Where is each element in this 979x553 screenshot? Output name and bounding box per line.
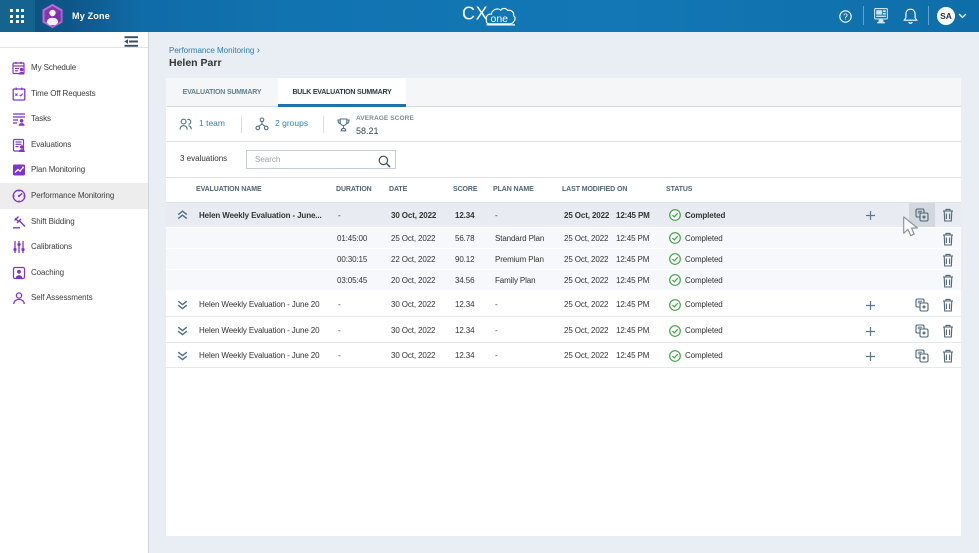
svg-text:one: one bbox=[491, 13, 509, 25]
svg-text:?: ? bbox=[843, 11, 848, 21]
svg-text:CX: CX bbox=[462, 4, 488, 24]
